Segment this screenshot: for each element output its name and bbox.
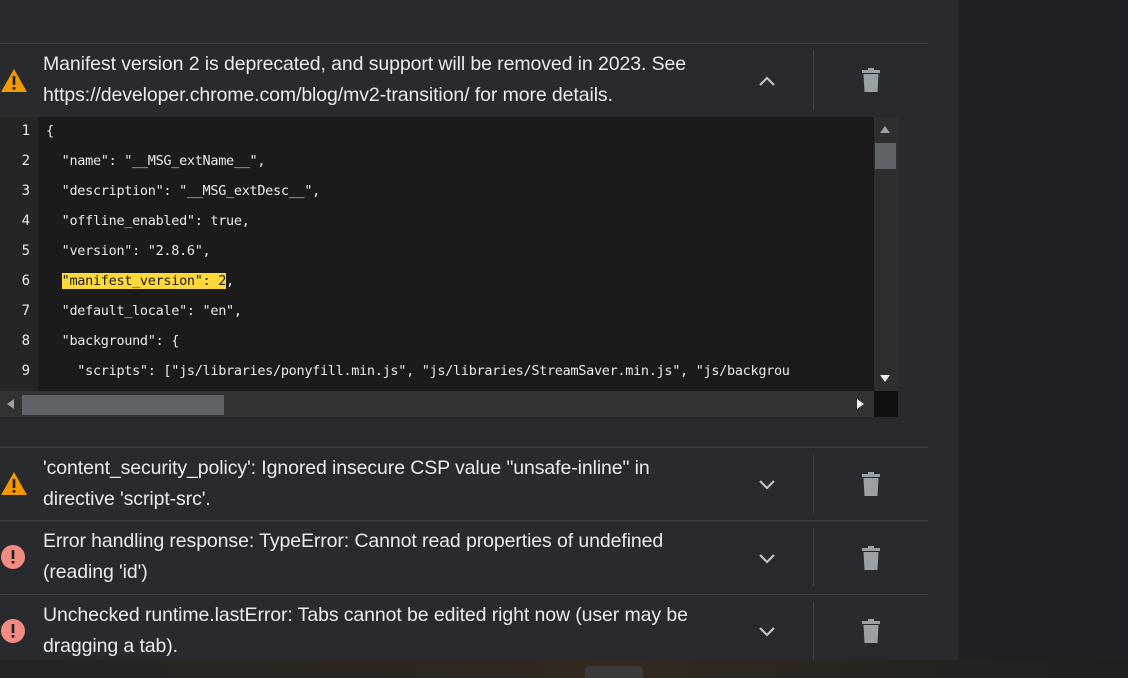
error-item-csp[interactable]: 'content_security_policy': Ignored insec… [0, 448, 928, 520]
scroll-down-arrow-icon[interactable] [880, 375, 890, 382]
error-message-line: Unchecked runtime.lastError: Tabs cannot… [43, 604, 688, 626]
expand-button[interactable] [752, 543, 782, 573]
code-line: "name": "__MSG_extName__", [46, 153, 266, 169]
error-item-runtime-lasterror[interactable]: Unchecked runtime.lastError: Tabs cannot… [0, 595, 928, 660]
error-message-line: (reading 'id') [43, 561, 148, 583]
code-line: "version": "2.8.6", [46, 243, 211, 259]
separator [813, 528, 814, 586]
error-circle-icon [0, 543, 28, 571]
line-number: 9 [21, 363, 30, 379]
collapse-button[interactable] [752, 66, 782, 96]
code-line: "scripts": ["js/libraries/ponyfill.min.j… [46, 363, 790, 379]
delete-button[interactable] [857, 617, 885, 645]
separator [813, 455, 814, 513]
line-number: 4 [21, 213, 30, 229]
delete-button[interactable] [857, 470, 885, 498]
chevron-down-icon [759, 554, 775, 564]
code-line: "offline_enabled": true, [46, 213, 250, 229]
error-message-line: Error handling response: TypeError: Cann… [43, 530, 664, 552]
delete-button[interactable] [857, 544, 885, 572]
trash-icon [862, 68, 880, 92]
side-panel [958, 0, 1128, 678]
code-viewer: 1 { 2 "name": "__MSG_extName__", 3 "desc… [0, 117, 898, 417]
code-line: { [46, 123, 54, 139]
line-number: 1 [21, 123, 30, 139]
scroll-up-arrow-icon[interactable] [880, 126, 890, 133]
code-line-highlighted: "manifest_version": 2, [46, 273, 234, 289]
taskbar-strip [0, 660, 1128, 678]
highlighted-code: "manifest_version": 2 [61, 273, 227, 289]
chevron-down-icon [759, 627, 775, 637]
scroll-left-arrow-icon[interactable] [7, 399, 14, 409]
error-message: Unchecked runtime.lastError: Tabs cannot… [43, 600, 723, 662]
errors-page: Manifest version 2 is deprecated, and su… [0, 0, 958, 660]
trash-icon [862, 546, 880, 570]
error-message-line: 'content_security_policy': Ignored insec… [43, 457, 650, 479]
line-number: 6 [21, 273, 30, 289]
vertical-scroll-thumb[interactable] [875, 143, 896, 169]
scroll-right-arrow-icon[interactable] [857, 399, 864, 409]
line-number: 8 [21, 333, 30, 349]
line-number: 2 [21, 153, 30, 169]
error-message-line: Manifest version 2 is deprecated, and su… [43, 53, 686, 75]
error-circle-icon [0, 617, 28, 645]
code-suffix: , [226, 273, 234, 289]
taskbar-tab[interactable] [585, 666, 643, 678]
expand-button[interactable] [752, 469, 782, 499]
trash-icon [862, 619, 880, 643]
error-item-typeerror[interactable]: Error handling response: TypeError: Cann… [0, 521, 928, 594]
error-message: Manifest version 2 is deprecated, and su… [43, 49, 723, 111]
error-message-line: https://developer.chrome.com/blog/mv2-tr… [43, 84, 613, 106]
line-number: 3 [21, 183, 30, 199]
code-line: "background": { [46, 333, 180, 349]
error-message-line: directive 'script-src'. [43, 488, 211, 510]
code-line: "description": "__MSG_extDesc__", [46, 183, 321, 199]
scrollbar-corner [874, 391, 898, 417]
separator [813, 50, 814, 110]
horizontal-scroll-thumb[interactable] [22, 395, 224, 415]
warning-triangle-icon [0, 470, 28, 498]
warning-triangle-icon [0, 67, 28, 95]
error-message: Error handling response: TypeError: Cann… [43, 526, 723, 588]
line-number: 5 [21, 243, 30, 259]
line-number: 7 [21, 303, 30, 319]
separator [813, 602, 814, 660]
delete-button[interactable] [857, 66, 885, 94]
error-item-manifest-version[interactable]: Manifest version 2 is deprecated, and su… [0, 44, 928, 117]
chevron-down-icon [759, 480, 775, 490]
chevron-up-icon [759, 76, 775, 86]
expand-button[interactable] [752, 616, 782, 646]
code-line: "default_locale": "en", [46, 303, 242, 319]
error-message-line: dragging a tab). [43, 635, 178, 657]
error-message: 'content_security_policy': Ignored insec… [43, 453, 723, 515]
trash-icon [862, 472, 880, 496]
